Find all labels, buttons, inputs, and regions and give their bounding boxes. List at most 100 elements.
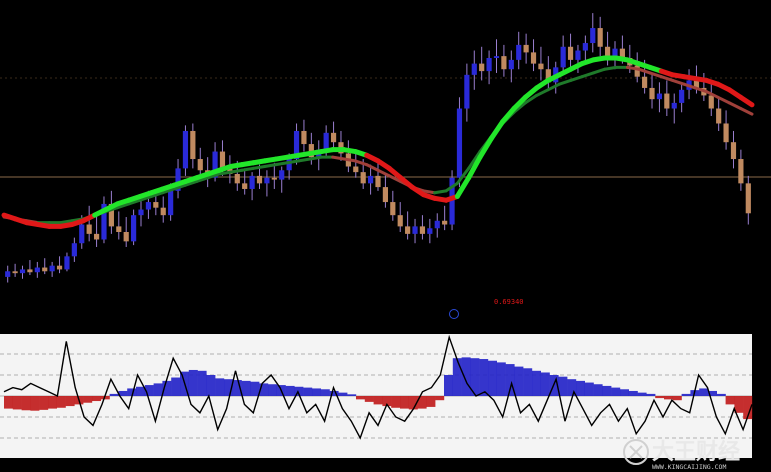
candle-body xyxy=(301,130,307,145)
slow-ma-segment xyxy=(421,189,437,195)
candle-body xyxy=(486,58,492,72)
histogram-bar xyxy=(12,396,22,410)
histogram-bar xyxy=(4,396,13,409)
histogram-bar xyxy=(285,385,295,396)
histogram-bar xyxy=(646,393,656,396)
candle-body xyxy=(508,59,514,70)
candle-body xyxy=(679,89,685,103)
histogram-bar xyxy=(488,360,497,396)
slow-ma-segment xyxy=(297,157,312,163)
candle-body xyxy=(434,220,440,229)
slow-ma-segment xyxy=(331,155,346,161)
histogram-bar xyxy=(637,392,647,396)
watermark-url: WWW.KINGCAIJING.COM xyxy=(652,463,726,471)
histogram-bar xyxy=(30,396,40,411)
histogram-bar xyxy=(197,370,207,396)
histogram-bar xyxy=(444,375,453,396)
candle-body xyxy=(575,50,581,60)
histogram-bar xyxy=(725,396,735,405)
histogram-bar xyxy=(171,377,181,396)
histogram-bar xyxy=(540,372,550,396)
candle-body xyxy=(219,151,226,169)
candle-body xyxy=(160,207,166,216)
oscillator-panel xyxy=(0,334,753,458)
candle-body xyxy=(671,102,677,109)
candle-body xyxy=(597,28,603,47)
slow-ma-segment xyxy=(251,165,267,170)
candle-body xyxy=(353,166,359,173)
histogram-bar xyxy=(593,384,603,396)
histogram-bar xyxy=(39,396,49,410)
histogram-bar xyxy=(250,381,260,396)
candle-body xyxy=(86,224,92,234)
candle-body xyxy=(479,63,485,72)
histogram-bar xyxy=(136,386,145,396)
candle-body xyxy=(279,170,285,180)
histogram-bar xyxy=(435,396,445,401)
slow-ma-segment xyxy=(625,65,641,71)
candle-body xyxy=(405,226,411,234)
histogram-bar xyxy=(109,393,119,396)
slow-ma-segment xyxy=(263,163,278,169)
histogram-bar xyxy=(514,366,524,396)
candle-body xyxy=(642,76,648,88)
candle-body xyxy=(708,95,714,109)
candle-body xyxy=(256,175,263,184)
histogram-bar xyxy=(338,392,348,396)
histogram-bar xyxy=(65,396,75,407)
candle-body xyxy=(471,63,477,75)
histogram-bar xyxy=(312,388,321,396)
candle-body xyxy=(116,226,122,232)
candle-body xyxy=(464,74,470,109)
candle-body xyxy=(664,93,670,109)
candle-body xyxy=(34,267,40,273)
candle-body xyxy=(590,28,596,44)
candle-body xyxy=(190,130,196,160)
histogram-bar xyxy=(268,384,277,396)
candle-body xyxy=(612,48,618,57)
candle-body xyxy=(249,175,255,189)
candle-body xyxy=(330,132,337,143)
candle-body xyxy=(368,175,374,184)
candle-body xyxy=(442,220,448,225)
slow-ma-segment xyxy=(217,170,233,176)
histogram-bar xyxy=(620,389,629,396)
candle-body xyxy=(49,265,55,272)
histogram-bar xyxy=(699,388,709,396)
histogram-bar xyxy=(373,396,383,405)
histogram-bar xyxy=(92,396,101,402)
histogram-bar xyxy=(21,396,31,411)
candle-body xyxy=(745,183,751,214)
candle-body xyxy=(560,46,566,68)
histogram-bar xyxy=(584,382,594,396)
candle-body xyxy=(323,132,329,150)
candle-body xyxy=(271,177,277,180)
slow-ma-segment xyxy=(308,155,323,161)
histogram-bar xyxy=(532,370,541,396)
candle-body xyxy=(530,52,537,64)
candle-body xyxy=(516,44,522,60)
candle-body xyxy=(419,226,426,234)
histogram-bar xyxy=(188,369,198,396)
histogram-bar xyxy=(734,396,744,413)
candle-body xyxy=(360,172,366,184)
histogram-bar xyxy=(347,394,357,396)
candle-body xyxy=(656,93,663,100)
candle-body xyxy=(27,269,33,273)
histogram-bar xyxy=(426,396,436,407)
candle-body xyxy=(538,63,544,70)
candle-body xyxy=(730,142,737,160)
candle-body xyxy=(42,267,48,272)
histogram-bar xyxy=(452,358,462,396)
candle-body xyxy=(79,224,85,244)
candle-body xyxy=(153,202,159,208)
candle-body xyxy=(145,202,152,210)
candle-body xyxy=(649,87,655,100)
candle-body xyxy=(182,130,189,169)
candle-body xyxy=(397,215,403,227)
candle-body xyxy=(264,177,270,184)
slow-ma-segment xyxy=(229,168,244,174)
histogram-bar xyxy=(496,362,506,396)
histogram-bar xyxy=(672,396,682,401)
candle-body xyxy=(523,44,529,53)
